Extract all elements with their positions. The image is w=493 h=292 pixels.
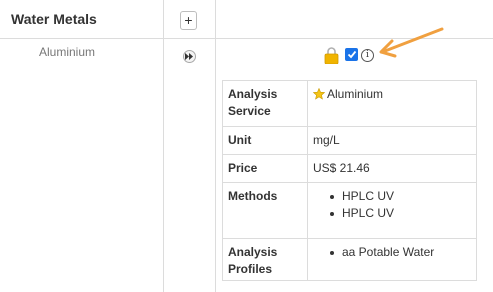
detail-label: Price [228, 161, 258, 175]
detail-label: Methods [228, 189, 278, 203]
detail-row-price: Price US$ 21.46 [223, 155, 476, 183]
detail-label: Analysis Service [228, 87, 278, 118]
select-checkbox[interactable] [345, 48, 358, 61]
detail-value: HPLC UV HPLC UV [313, 188, 394, 222]
detail-label: Analysis Profiles [228, 245, 278, 276]
fast-forward-icon [185, 53, 193, 60]
lock-icon [324, 47, 339, 64]
service-name: Aluminium [39, 45, 96, 59]
detail-row-unit: Unit mg/L [223, 127, 476, 155]
category-title: Water Metals [11, 11, 97, 27]
star-icon [313, 88, 325, 100]
column-divider [215, 0, 216, 292]
detail-row-analysis-service: Analysis Service Aluminium [223, 81, 476, 127]
method-item: HPLC UV [329, 189, 395, 203]
analysis-service-name: Aluminium [327, 87, 384, 101]
service-listing: Water Metals + Aluminium i Analysis Serv… [0, 0, 493, 292]
detail-row-analysis-profiles: Analysis Profiles aa Potable Water [223, 239, 476, 280]
annotation-arrow-icon [379, 27, 444, 58]
detail-value: mg/L [313, 133, 340, 147]
info-icon[interactable]: i [361, 49, 374, 62]
method-item: HPLC UV [329, 206, 395, 220]
detail-value: US$ 21.46 [313, 161, 370, 175]
detail-row-methods: Methods HPLC UV HPLC UV [223, 183, 476, 239]
add-button[interactable]: + [180, 11, 197, 30]
check-icon [347, 50, 356, 59]
detail-value: aa Potable Water [313, 244, 434, 261]
detail-label: Unit [228, 133, 252, 147]
service-details-table: Analysis Service Aluminium Unit mg/L Pri… [222, 80, 477, 281]
column-divider [163, 0, 164, 292]
expand-button[interactable] [183, 50, 196, 63]
profile-item: aa Potable Water [329, 245, 435, 259]
detail-value: Aluminium [313, 86, 383, 103]
